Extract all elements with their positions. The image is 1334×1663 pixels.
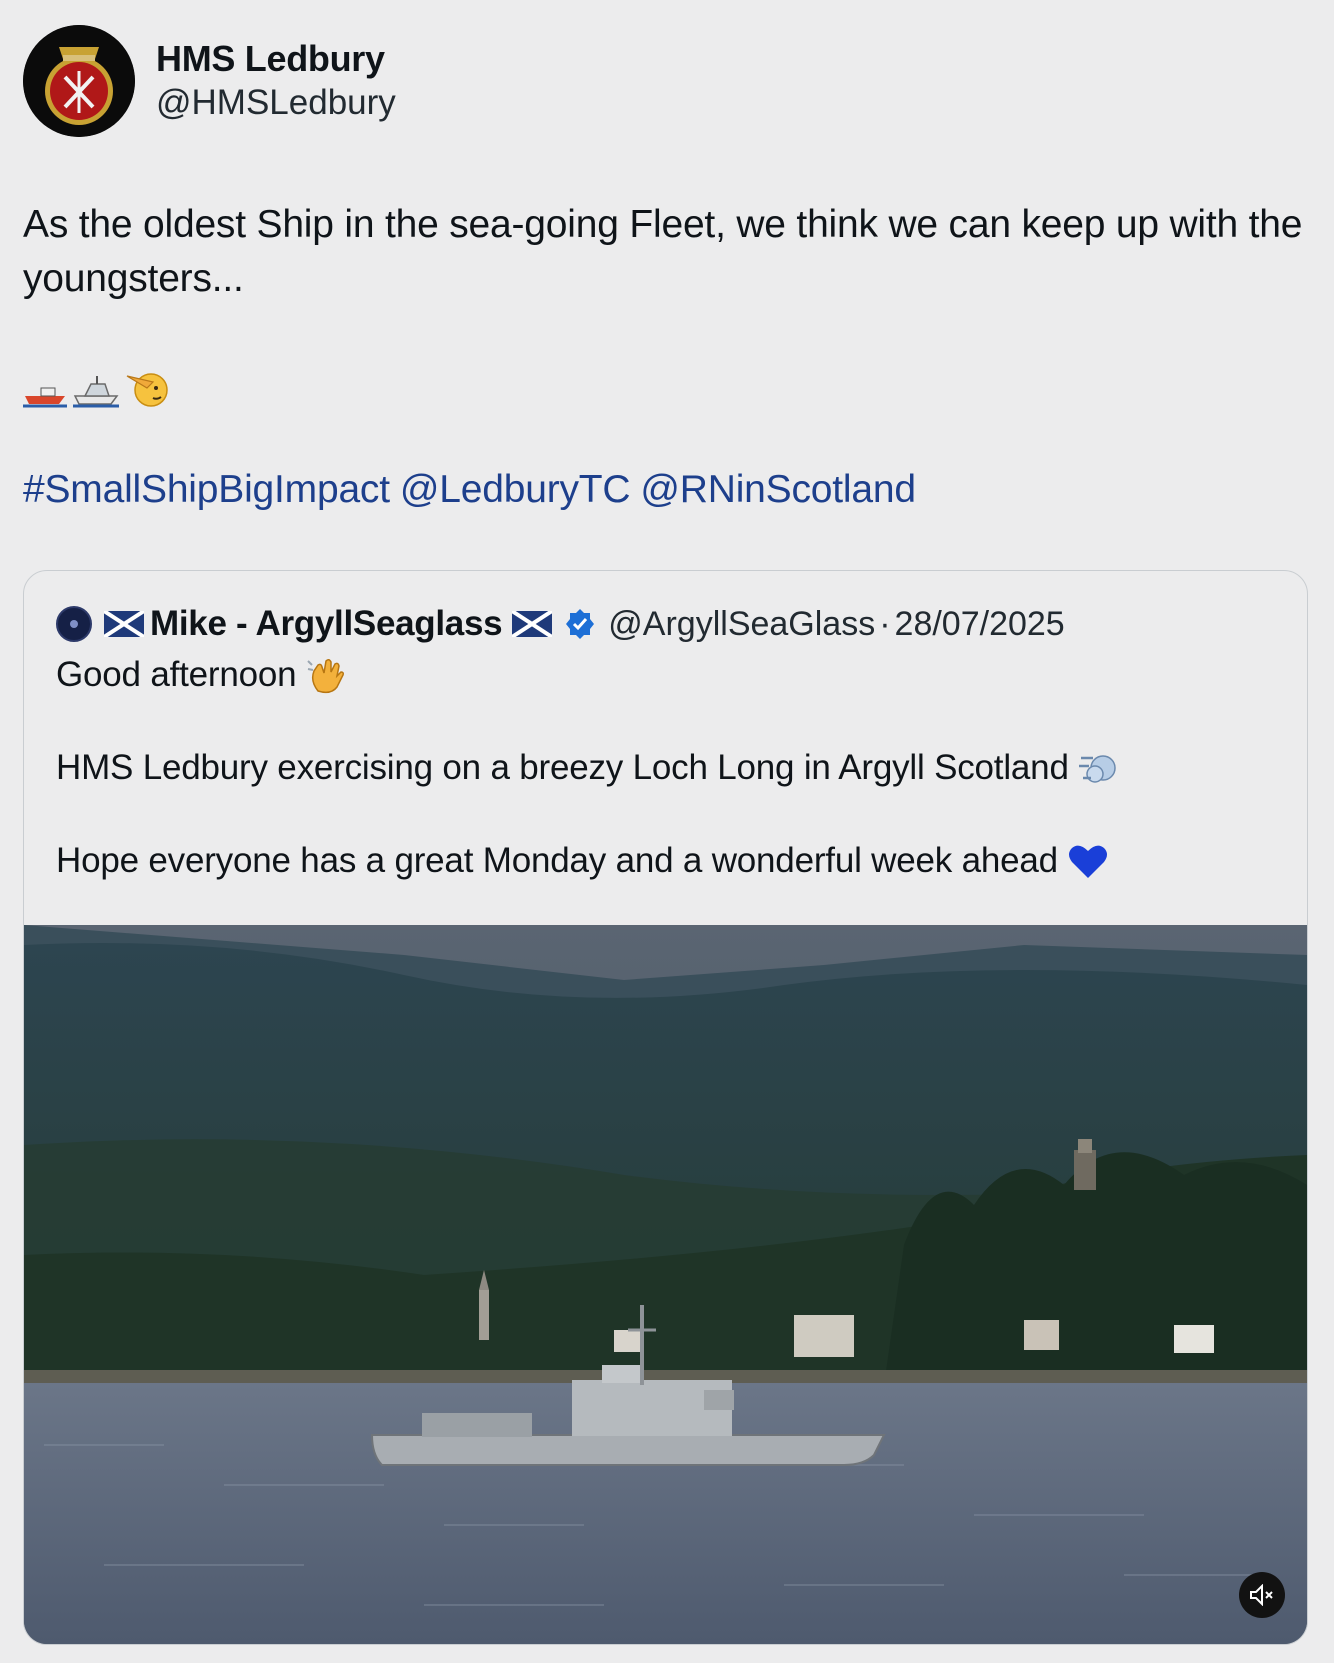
quoted-line-text: Hope everyone has a great Monday and a w… bbox=[56, 841, 1058, 880]
quoted-date[interactable]: 28/07/2025 bbox=[895, 605, 1065, 644]
mute-button[interactable] bbox=[1239, 1572, 1285, 1618]
hashtag-link[interactable]: #SmallShipBigImpact bbox=[23, 468, 390, 511]
blue-heart-icon bbox=[1068, 845, 1107, 878]
emoji-row bbox=[23, 364, 169, 408]
hashtags-row: #SmallShipBigImpact @LedburyTC @RNinScotla… bbox=[23, 468, 926, 512]
speedboat-icon bbox=[73, 376, 119, 408]
ship-crest-icon bbox=[23, 25, 135, 137]
quoted-line-text: Good afternoon bbox=[56, 655, 297, 694]
author-avatar[interactable] bbox=[23, 25, 135, 137]
scotland-flag-icon bbox=[512, 611, 553, 637]
dashing-away-icon bbox=[1078, 755, 1116, 783]
tweet-text: As the oldest Ship in the sea-going Flee… bbox=[23, 203, 1303, 300]
ship-on-loch-photo bbox=[24, 925, 1307, 1644]
verified-badge-icon bbox=[566, 609, 595, 639]
tweet: HMS Ledbury @HMSLedbury As the oldest Sh… bbox=[0, 0, 1334, 1663]
author-handle[interactable]: @HMSLedbury bbox=[156, 83, 396, 123]
quoted-author-name[interactable]: Mike - ArgyllSeaglass bbox=[150, 604, 503, 644]
mention-link[interactable]: @LedburyTC bbox=[400, 468, 631, 511]
separator-dot: · bbox=[879, 604, 891, 643]
mention-link[interactable]: @RNinScotland bbox=[640, 468, 916, 511]
quoted-line-text: HMS Ledbury exercising on a breezy Loch … bbox=[56, 748, 1069, 787]
motorboat-icon bbox=[23, 387, 67, 408]
author-name[interactable]: HMS Ledbury bbox=[156, 38, 385, 80]
quoted-media-image[interactable] bbox=[24, 925, 1307, 1644]
mute-icon bbox=[1250, 1584, 1273, 1606]
quoted-text-line: Good afternoon bbox=[56, 655, 346, 695]
quoted-tweet[interactable]: Mike - ArgyllSeaglass @ArgyllSeaGlass · … bbox=[23, 570, 1308, 1645]
saluting-face-icon bbox=[126, 373, 168, 407]
quoted-text-line: Hope everyone has a great Monday and a w… bbox=[56, 841, 1108, 881]
waving-hand-icon bbox=[307, 658, 345, 694]
scotland-flag-icon bbox=[104, 611, 144, 637]
quoted-author-avatar[interactable] bbox=[56, 606, 92, 642]
quoted-author-handle[interactable]: @ArgyllSeaGlass bbox=[608, 605, 875, 644]
quoted-tweet-header: Mike - ArgyllSeaglass @ArgyllSeaGlass · … bbox=[56, 603, 1065, 645]
quoted-text-line: HMS Ledbury exercising on a breezy Loch … bbox=[56, 748, 1119, 788]
